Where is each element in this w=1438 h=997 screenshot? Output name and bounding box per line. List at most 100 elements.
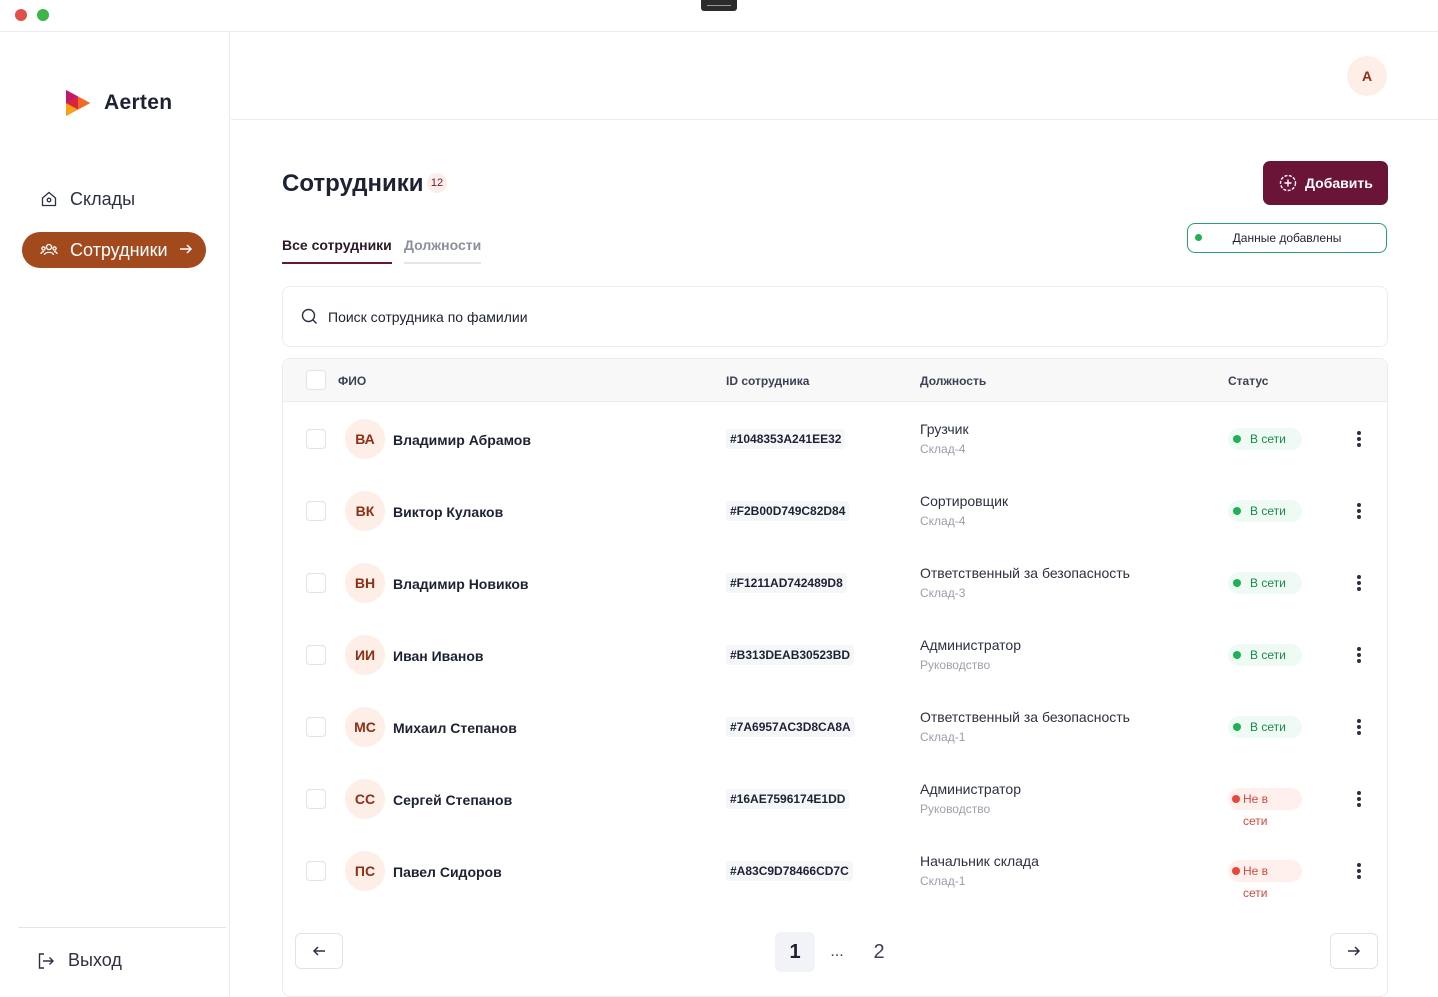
row-checkbox[interactable]: [306, 861, 326, 881]
search-icon: [301, 308, 317, 324]
avatar: ВН: [345, 563, 385, 603]
avatar: ВА: [345, 419, 385, 459]
employee-position: Ответственный за безопасность: [920, 709, 1130, 725]
more-options-icon[interactable]: [1351, 716, 1367, 738]
more-options-icon[interactable]: [1351, 500, 1367, 522]
employee-id: #F2B00D749C82D84: [726, 501, 850, 521]
user-avatar[interactable]: A: [1347, 56, 1387, 96]
window-handle[interactable]: [701, 0, 737, 11]
table-row[interactable]: ВА Владимир Абрамов #1048353A241EE32 Гру…: [283, 403, 1387, 475]
toast-text: Данные добавлены: [1232, 231, 1342, 245]
page-title: Сотрудники: [282, 170, 424, 197]
row-checkbox[interactable]: [306, 573, 326, 593]
column-header-name[interactable]: ФИО: [338, 374, 366, 388]
status-badge: Не в сети: [1228, 860, 1302, 900]
more-options-icon[interactable]: [1351, 428, 1367, 450]
employee-id: #7A6957AC3D8CA8A: [726, 717, 855, 737]
title-bar: [0, 0, 1438, 32]
employee-location: Склад-3: [920, 586, 966, 600]
employee-count-badge: 12: [427, 173, 447, 193]
more-options-icon[interactable]: [1351, 788, 1367, 810]
row-checkbox[interactable]: [306, 645, 326, 665]
logout-label: Выход: [68, 950, 122, 970]
status-badge: В сети: [1228, 716, 1302, 738]
add-button-label: Добавить: [1305, 175, 1373, 191]
table-header: ФИО ID сотрудника Должность Статус: [283, 359, 1387, 402]
close-window-button[interactable]: [15, 9, 27, 21]
status-text: В сети: [1250, 432, 1286, 446]
sidebar: Aerten Склады Сотрудники Выход: [0, 32, 230, 997]
sidebar-item-employees[interactable]: Сотрудники: [22, 232, 206, 268]
search-input[interactable]: [328, 308, 928, 325]
employees-table: ФИО ID сотрудника Должность Статус ВА Вл…: [282, 358, 1388, 997]
status-dot-icon: [1233, 651, 1241, 659]
prev-page-button[interactable]: [295, 933, 343, 969]
status-text: В сети: [1250, 720, 1286, 734]
logo[interactable]: Aerten: [64, 88, 172, 118]
search-bar: [282, 286, 1388, 347]
status-badge: В сети: [1228, 572, 1302, 594]
row-checkbox[interactable]: [306, 501, 326, 521]
next-page-button[interactable]: [1330, 933, 1378, 969]
employee-position: Сортировщик: [920, 493, 1009, 509]
status-text: В сети: [1250, 504, 1286, 518]
more-options-icon[interactable]: [1351, 644, 1367, 666]
row-checkbox[interactable]: [306, 717, 326, 737]
select-all-checkbox[interactable]: [306, 370, 326, 390]
table-row[interactable]: МС Михаил Степанов #7A6957AC3D8CA8A Отве…: [283, 691, 1387, 763]
employee-location: Склад-4: [920, 514, 966, 528]
arrow-right-icon: [180, 244, 193, 254]
row-checkbox[interactable]: [306, 789, 326, 809]
status-text: Не в сети: [1243, 864, 1269, 900]
employee-name: Владимир Новиков: [393, 576, 529, 592]
status-dot-icon: [1233, 579, 1241, 587]
logout-icon: [38, 952, 54, 969]
add-employee-button[interactable]: Добавить: [1263, 161, 1388, 205]
table-row[interactable]: ПС Павел Сидоров #A83C9D78466CD7C Началь…: [283, 835, 1387, 907]
avatar: ПС: [345, 851, 385, 891]
employee-location: Руководство: [920, 658, 991, 672]
status-dot-icon: [1233, 435, 1241, 443]
app-window: Aerten Склады Сотрудники Выход A Сотрудн…: [0, 0, 1438, 997]
tab-all-employees[interactable]: Все сотрудники: [282, 237, 392, 264]
sidebar-item-label: Сотрудники: [70, 239, 168, 260]
arrow-left-icon: [312, 946, 325, 956]
table-row[interactable]: СС Сергей Степанов #16AE7596174E1DD Адми…: [283, 763, 1387, 835]
avatar: МС: [345, 707, 385, 747]
avatar: ИИ: [345, 635, 385, 675]
table-row[interactable]: ИИ Иван Иванов #B313DEAB30523BD Админист…: [283, 619, 1387, 691]
employee-name: Иван Иванов: [393, 648, 484, 664]
success-dot-icon: [1195, 234, 1202, 241]
column-header-id[interactable]: ID сотрудника: [726, 374, 809, 388]
employee-id: #B313DEAB30523BD: [726, 645, 855, 665]
status-text: В сети: [1250, 576, 1286, 590]
column-header-position[interactable]: Должность: [920, 374, 986, 388]
tab-positions[interactable]: Должности: [404, 237, 482, 264]
table-row[interactable]: ВН Владимир Новиков #F1211AD742489D8 Отв…: [283, 547, 1387, 619]
row-checkbox[interactable]: [306, 429, 326, 449]
page-number-current[interactable]: 1: [775, 932, 815, 972]
employee-position: Грузчик: [920, 421, 969, 437]
employee-position: Администратор: [920, 637, 1022, 653]
success-toast: Данные добавлены: [1187, 223, 1387, 253]
employee-location: Склад-1: [920, 730, 966, 744]
avatar: СС: [345, 779, 385, 819]
employee-id: #F1211AD742489D8: [726, 573, 847, 593]
more-options-icon[interactable]: [1351, 572, 1367, 594]
employee-name: Сергей Степанов: [393, 792, 513, 808]
sidebar-item-warehouses[interactable]: Склады: [22, 181, 206, 217]
maximize-window-button[interactable]: [37, 9, 49, 21]
employee-position: Начальник склада: [920, 853, 1039, 869]
avatar: ВК: [345, 491, 385, 531]
logo-text: Aerten: [104, 91, 173, 114]
column-header-status[interactable]: Статус: [1228, 374, 1268, 388]
users-icon: [40, 241, 58, 259]
more-options-icon[interactable]: [1351, 860, 1367, 882]
logout-button[interactable]: Выход: [36, 950, 122, 971]
status-badge: В сети: [1228, 500, 1302, 522]
page-number-2[interactable]: 2: [859, 932, 899, 972]
status-dot-icon: [1232, 795, 1240, 803]
status-badge: Не в сети: [1228, 788, 1302, 828]
table-row[interactable]: ВК Виктор Кулаков #F2B00D749C82D84 Сорти…: [283, 475, 1387, 547]
sidebar-divider: [18, 927, 226, 928]
